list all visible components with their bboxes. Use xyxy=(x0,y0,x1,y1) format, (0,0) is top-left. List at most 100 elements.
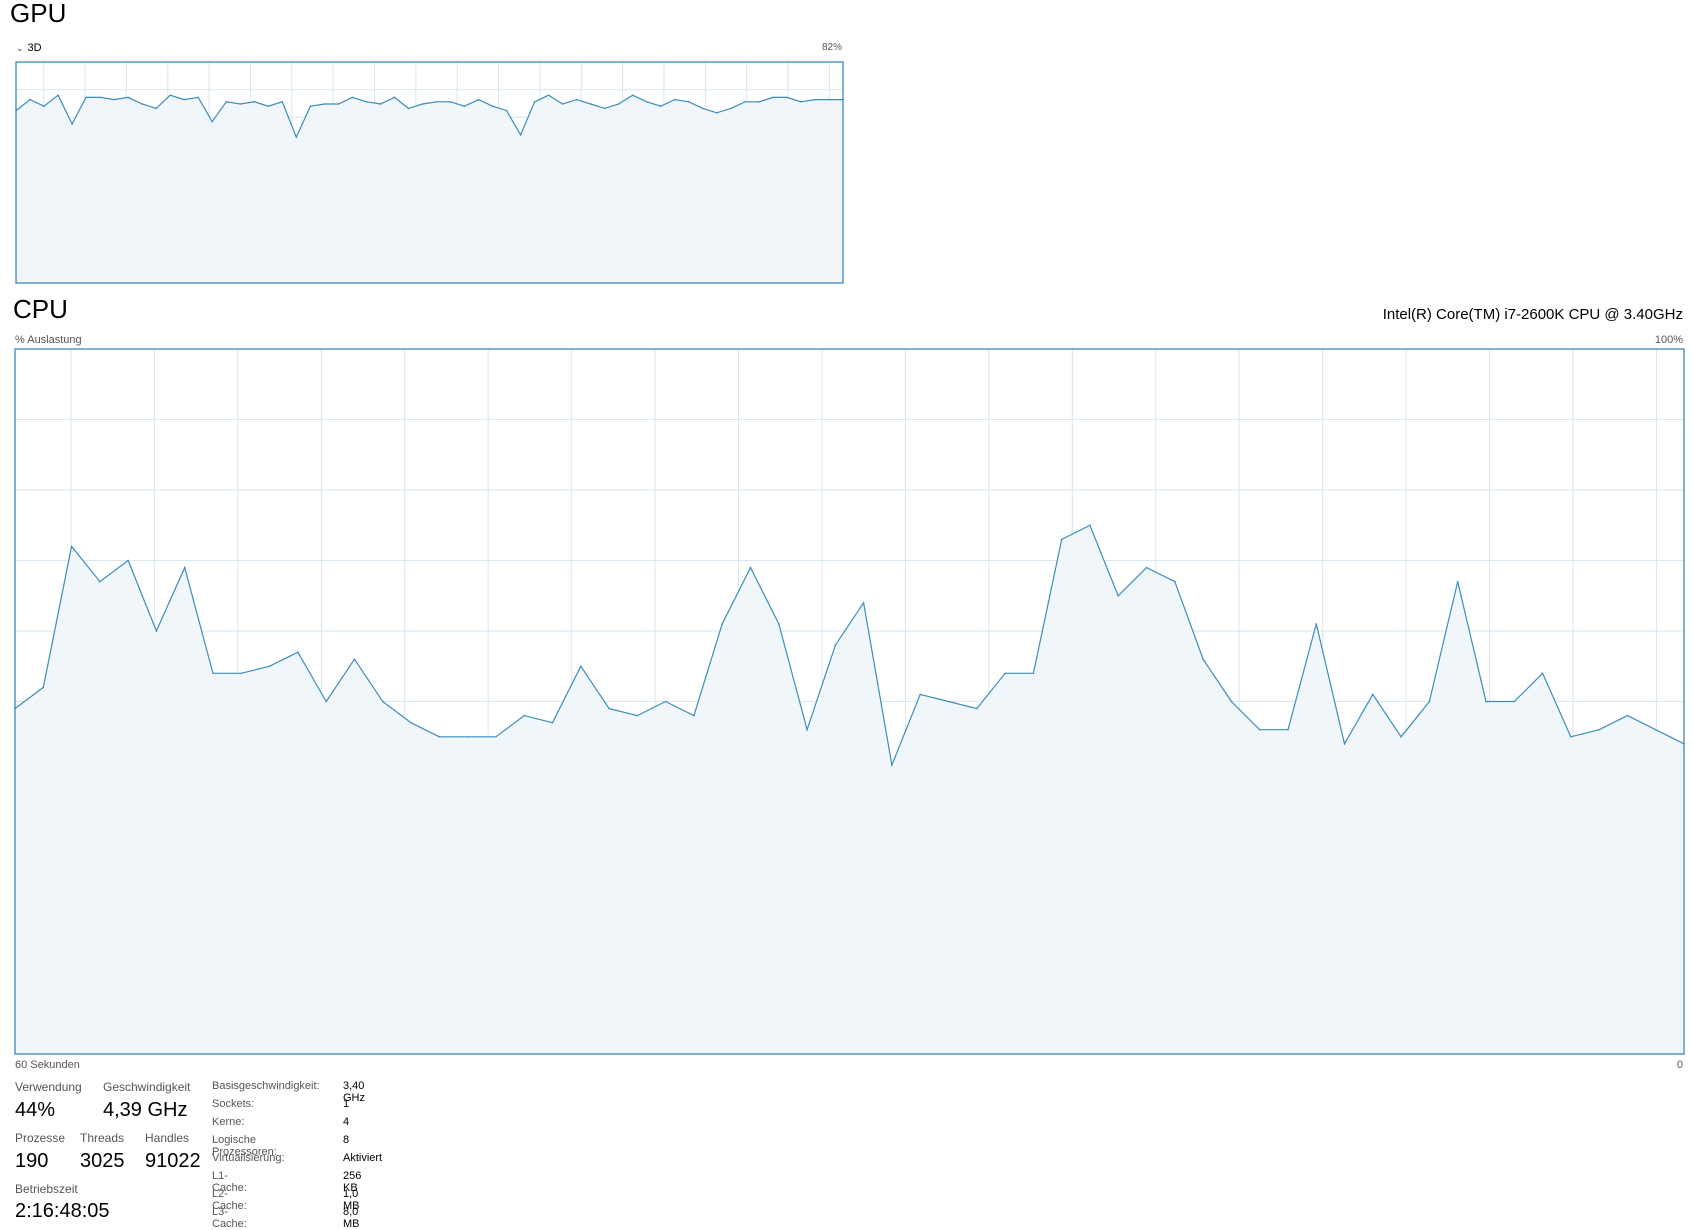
cpu-chart-point xyxy=(1626,714,1629,717)
gpu-chart-point xyxy=(744,100,746,103)
handles-value: 91022 xyxy=(145,1150,201,1172)
cpu-chart-point xyxy=(183,566,186,569)
gpu-chart-point xyxy=(393,96,396,99)
cpu-chart-point xyxy=(240,672,243,675)
cpu-chart-point xyxy=(99,580,101,583)
gpu-chart-point xyxy=(477,98,480,101)
cpu-chart-point xyxy=(1485,700,1487,703)
gpu-chart-point xyxy=(183,98,186,101)
cpu-chart-point xyxy=(1117,594,1120,597)
cpu-chart-point xyxy=(1541,672,1544,675)
cpu-chart-point xyxy=(1202,658,1204,660)
gpu-title: GPU xyxy=(10,0,67,28)
gpu-chart-point xyxy=(85,96,87,99)
gpu-chart-point xyxy=(645,100,648,103)
cpu-chart-point xyxy=(1456,580,1459,583)
chevron-down-icon[interactable]: ⌄ xyxy=(16,43,24,54)
gpu-chart-point xyxy=(730,107,732,110)
cpu-chart-point xyxy=(381,700,384,703)
cpu-chart-point xyxy=(1570,735,1572,738)
gpu-chart-point xyxy=(435,100,438,103)
gpu-chart-point xyxy=(379,103,382,105)
gpu-chart-point xyxy=(239,103,242,105)
cpu-chart-point xyxy=(1258,728,1261,731)
gpu-chart-point xyxy=(814,98,816,101)
spec-label: Basisgeschwindigkeit: xyxy=(212,1080,320,1092)
gpu-chart-point xyxy=(337,103,340,105)
processes-label: Prozesse xyxy=(15,1131,66,1145)
cpu-chart-area xyxy=(15,525,1684,1054)
cpu-chart-point xyxy=(664,700,667,703)
gpu-chart-point xyxy=(421,103,424,105)
gpu-chart-point xyxy=(758,100,760,103)
gpu-chart-point xyxy=(197,96,200,99)
threads-value: 3025 xyxy=(80,1150,125,1172)
gpu-max-label: 82% xyxy=(821,42,842,53)
cpu-chart-point xyxy=(353,658,356,660)
speed-label: Geschwindigkeit xyxy=(103,1080,191,1094)
cpu-model: Intel(R) Core(TM) i7-2600K CPU @ 3.40GHz xyxy=(1382,306,1683,323)
gpu-chart-point xyxy=(267,105,270,107)
cpu-usage-chart xyxy=(14,348,1685,1055)
gpu-chart-point xyxy=(561,103,564,105)
gpu-chart-area xyxy=(16,95,843,283)
cpu-chart-point xyxy=(1060,538,1063,541)
gpu-chart-point xyxy=(225,100,228,103)
spec-value: 1 xyxy=(343,1098,350,1110)
spec-label: Virtualisierung: xyxy=(212,1152,285,1164)
gpu-chart-point xyxy=(786,96,788,99)
gpu-chart-point xyxy=(295,136,298,138)
gpu-chart-point xyxy=(365,100,368,103)
threads-label: Threads xyxy=(80,1131,125,1145)
gpu-chart-point xyxy=(772,96,774,99)
cpu-chart-point xyxy=(975,707,978,710)
cpu-chart-point xyxy=(1004,672,1006,675)
gpu-chart-point xyxy=(323,103,326,105)
gpu-chart-point xyxy=(127,96,129,99)
gpu-engine-selector[interactable]: ⌄ 3D xyxy=(16,42,42,54)
gpu-chart-point xyxy=(253,100,256,103)
spec-label: Kerne: xyxy=(212,1116,245,1128)
gpu-chart-point xyxy=(449,100,452,103)
gpu-chart-point xyxy=(281,100,284,103)
cpu-chart-point xyxy=(1089,524,1091,527)
cpu-chart-point xyxy=(636,714,639,717)
processes-value: 190 xyxy=(15,1150,49,1172)
cpu-chart-point xyxy=(155,630,158,632)
spec-value: 8,0 MB xyxy=(343,1206,360,1230)
gpu-chart-point xyxy=(113,98,115,101)
gpu-chart-point xyxy=(71,123,73,125)
gpu-chart-point xyxy=(688,100,690,103)
cpu-chart-point xyxy=(1145,566,1148,569)
cpu-chart-point xyxy=(42,686,45,689)
gpu-chart-point xyxy=(828,98,830,101)
cpu-chart-point xyxy=(495,735,497,738)
handles-label: Handles xyxy=(145,1131,190,1145)
cpu-x-left-label: 60 Sekunden xyxy=(15,1059,80,1071)
cpu-chart-point xyxy=(1372,693,1374,696)
cpu-chart-point xyxy=(1513,700,1516,703)
cpu-chart-point xyxy=(212,672,214,675)
cpu-x-right-label: 0 xyxy=(1676,1059,1683,1071)
speed-value: 4,39 GHz xyxy=(103,1099,188,1121)
gpu-chart-point xyxy=(533,100,536,103)
cpu-chart-point xyxy=(721,623,724,625)
cpu-chart-point xyxy=(438,735,441,738)
cpu-chart-point xyxy=(1174,580,1176,583)
cpu-chart-point xyxy=(749,566,752,569)
gpu-chart-point xyxy=(702,107,704,110)
spec-value: Aktiviert xyxy=(343,1152,383,1164)
gpu-chart-point xyxy=(141,103,143,105)
gpu-chart-point xyxy=(505,109,508,112)
spec-value: 8 xyxy=(343,1134,350,1146)
gpu-chart-point xyxy=(169,94,171,96)
cpu-chart-point xyxy=(1315,623,1318,625)
gpu-chart-point xyxy=(603,107,606,110)
gpu-chart-point xyxy=(99,96,101,99)
cpu-chart-point xyxy=(268,665,271,668)
cpu-chart-point xyxy=(1400,735,1402,738)
cpu-chart-point xyxy=(834,644,837,646)
cpu-chart-point xyxy=(1343,743,1346,745)
cpu-chart-point xyxy=(862,602,865,604)
gpu-chart-point xyxy=(491,105,494,107)
